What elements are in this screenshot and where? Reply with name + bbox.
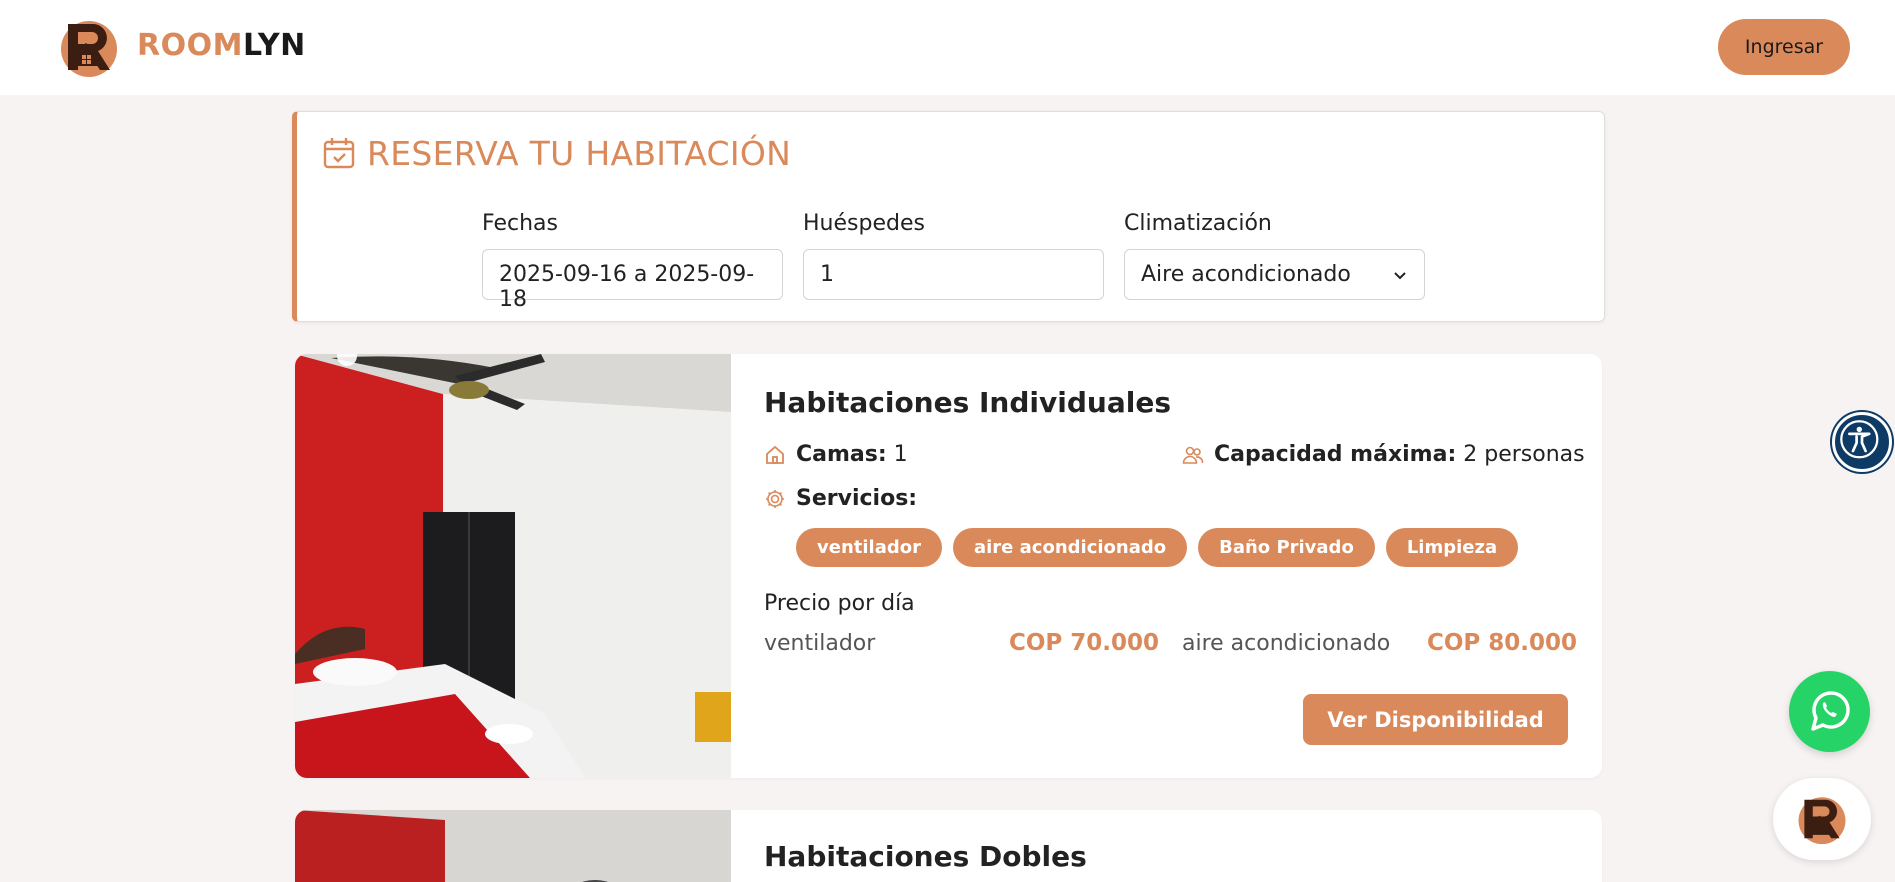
services-chips: ventilador aire acondicionado Baño Priva…	[796, 528, 1519, 567]
dates-label: Fechas	[482, 211, 558, 236]
climate-select[interactable]: Aire acondicionado	[1124, 249, 1425, 300]
beds-value: 1	[893, 442, 908, 467]
guests-label: Huéspedes	[803, 211, 925, 236]
check-availability-button[interactable]: Ver Disponibilidad	[1303, 694, 1568, 745]
beds-info: Camas: 1	[764, 442, 908, 467]
capacity-value: 2 personas	[1463, 442, 1585, 467]
service-chip: Baño Privado	[1198, 528, 1375, 567]
calendar-icon	[323, 138, 355, 169]
capacity-info: Capacidad máxima: 2 personas	[1182, 442, 1585, 467]
guests-input[interactable]: 1	[803, 249, 1104, 300]
service-chip: Limpieza	[1385, 528, 1519, 567]
beds-label: Camas:	[796, 442, 887, 467]
home-icon	[766, 445, 784, 464]
chevron-down-icon	[1394, 271, 1406, 279]
climate-label: Climatización	[1124, 211, 1272, 236]
room-title: Habitaciones Individuales	[764, 386, 1171, 419]
accessibility-icon	[1840, 420, 1879, 459]
gear-icon	[766, 489, 784, 508]
dates-input[interactable]: 2025-09-16 a 2025-09-18	[482, 249, 783, 312]
room-title: Habitaciones Dobles	[764, 840, 1087, 873]
brand-name-part2: LYN	[242, 28, 306, 63]
services-info: Servicios:	[764, 486, 917, 511]
price-title: Precio por día	[764, 591, 915, 616]
users-icon	[1182, 446, 1204, 464]
service-chip: aire acondicionado	[952, 528, 1188, 567]
room-card: Habitaciones Individuales Camas: 1 Capac…	[295, 354, 1602, 778]
price-value-fan: COP 70.000	[1009, 630, 1160, 656]
room-photo	[295, 810, 731, 882]
brand-name-part1: ROOM	[137, 28, 243, 63]
whatsapp-button[interactable]	[1789, 671, 1870, 752]
brand-name[interactable]: ROOMLYN	[137, 28, 306, 63]
capacity-label: Capacidad máxima:	[1214, 442, 1457, 467]
booking-panel: RESERVA TU HABITACIÓN Fechas 2025-09-16 …	[292, 111, 1605, 322]
logo-icon[interactable]	[58, 16, 120, 78]
room-card: Habitaciones Dobles	[295, 810, 1602, 882]
login-button[interactable]: Ingresar	[1718, 19, 1850, 75]
accessibility-button[interactable]	[1832, 412, 1892, 472]
chat-widget-button[interactable]	[1773, 778, 1871, 860]
logo-icon	[1798, 797, 1846, 845]
price-label-ac: aire acondicionado	[1182, 631, 1391, 656]
price-label-fan: ventilador	[764, 631, 876, 656]
climate-select-value: Aire acondicionado	[1141, 262, 1351, 287]
services-label: Servicios:	[796, 486, 918, 511]
top-navbar: ROOMLYN Ingresar	[0, 0, 1895, 95]
price-value-ac: COP 80.000	[1427, 630, 1578, 656]
service-chip: ventilador	[796, 528, 942, 567]
room-photo	[295, 354, 731, 778]
whatsapp-icon	[1811, 691, 1850, 731]
booking-title: RESERVA TU HABITACIÓN	[367, 134, 792, 173]
